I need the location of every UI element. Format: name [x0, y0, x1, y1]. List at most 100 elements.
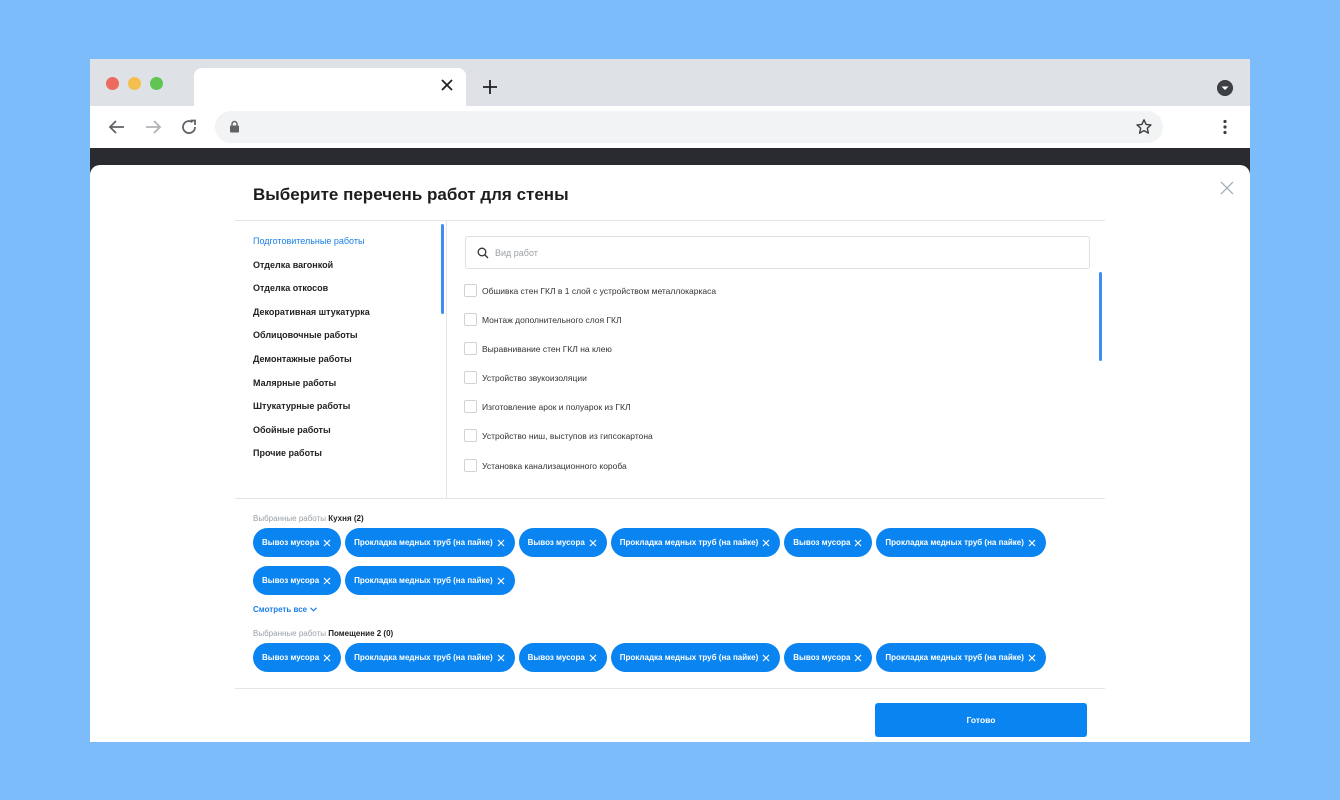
see-all-label: Смотреть все — [253, 605, 308, 614]
forward-arrow-icon[interactable] — [144, 118, 162, 136]
modal-close-icon[interactable] — [1220, 181, 1234, 195]
selected-chip[interactable]: Прокладка медных труб (на пайке) — [876, 528, 1046, 557]
selected-chip[interactable]: Вывоз мусора — [518, 528, 607, 557]
chip-label: Прокладка медных труб (на пайке) — [354, 653, 493, 662]
category-scrollbar[interactable] — [441, 224, 444, 314]
chip-label: Прокладка медных труб (на пайке) — [885, 538, 1024, 547]
work-checkbox[interactable] — [464, 313, 477, 327]
work-label: Обшивка стен ГКЛ в 1 слой с устройством … — [482, 286, 717, 296]
selected-chip[interactable]: Вывоз мусора — [253, 528, 342, 557]
chevron-down-icon — [310, 607, 317, 612]
chip-remove-icon[interactable] — [589, 654, 597, 662]
back-arrow-icon[interactable] — [108, 118, 126, 136]
divider-bottom — [235, 688, 1105, 689]
chip-label: Вывоз мусора — [793, 653, 851, 662]
chip-remove-icon[interactable] — [854, 539, 862, 547]
selected-prefix: Выбранные работы — [253, 514, 326, 523]
profile-menu-icon[interactable] — [1217, 80, 1233, 96]
category-item[interactable]: Отделка откосов — [253, 282, 370, 306]
search-box[interactable] — [465, 236, 1090, 269]
selected-chip[interactable]: Вывоз мусора — [784, 643, 873, 672]
chip-remove-icon[interactable] — [497, 577, 505, 585]
chip-remove-icon[interactable] — [497, 539, 505, 547]
work-checkbox[interactable] — [464, 458, 477, 472]
tab-bar — [90, 59, 1250, 106]
chip-label: Прокладка медных труб (на пайке) — [619, 653, 759, 662]
work-checkbox[interactable] — [464, 284, 477, 297]
divider-middle — [235, 498, 1105, 499]
chip-remove-icon[interactable] — [1028, 539, 1036, 547]
selected-group-label: Выбранные работы Кухня (2) — [253, 514, 364, 523]
work-checkbox[interactable] — [464, 371, 477, 385]
chip-remove-icon[interactable] — [589, 539, 597, 547]
new-tab-icon[interactable] — [482, 79, 498, 95]
chip-remove-icon[interactable] — [762, 539, 770, 547]
selected-chips: Вывоз мусора Прокладка медных труб (на па… — [253, 528, 1113, 604]
window-minimize-dot[interactable] — [128, 77, 141, 90]
chip-label: Прокладка медных труб (на пайке) — [619, 538, 759, 547]
work-label: Устройство звукоизоляции — [482, 373, 587, 384]
search-icon — [477, 247, 489, 259]
window-maximize-dot[interactable] — [150, 77, 163, 90]
selected-room: Помещение 2 (0) — [328, 629, 394, 638]
chip-label: Вывоз мусора — [262, 653, 320, 662]
done-button[interactable]: Готово — [875, 703, 1087, 737]
category-item[interactable]: Подготовительные работы — [253, 235, 370, 259]
category-item[interactable]: Отделка вагонкой — [253, 259, 370, 283]
selected-chips: Вывоз мусора Прокладка медных труб (на па… — [253, 643, 1113, 681]
bookmark-star-icon[interactable] — [1135, 118, 1153, 136]
category-item[interactable]: Демонтажные работы — [253, 353, 370, 377]
browser-tab[interactable] — [194, 68, 466, 106]
work-checkbox[interactable] — [464, 400, 477, 414]
work-list-scrollbar[interactable] — [1099, 272, 1102, 361]
selected-chip[interactable]: Прокладка медных труб (на пайке) — [345, 643, 515, 672]
search-input[interactable] — [495, 245, 1075, 261]
chip-remove-icon[interactable] — [323, 654, 331, 662]
chip-label: Прокладка медных труб (на пайке) — [354, 538, 493, 547]
chip-label: Вывоз мусора — [793, 538, 851, 547]
window-close-dot[interactable] — [106, 77, 119, 90]
selected-chip[interactable]: Прокладка медных труб (на пайке) — [345, 528, 515, 557]
category-item[interactable]: Облицовочные работы — [253, 329, 370, 353]
selected-chip[interactable]: Вывоз мусора — [518, 643, 607, 672]
category-item[interactable]: Прочие работы — [253, 447, 370, 471]
chip-label: Вывоз мусора — [527, 653, 585, 662]
category-list: Подготовительные работы Отделка вагонкой… — [253, 235, 370, 471]
work-checkbox[interactable] — [464, 342, 477, 356]
work-label: Изготовление арок и полуарок из ГКЛ — [482, 402, 631, 413]
chip-remove-icon[interactable] — [854, 654, 862, 662]
selected-chip[interactable]: Прокладка медных труб (на пайке) — [610, 528, 781, 557]
selected-prefix: Выбранные работы — [253, 629, 326, 638]
category-item[interactable]: Малярные работы — [253, 377, 370, 401]
selected-chip[interactable]: Прокладка медных труб (на пайке) — [345, 566, 515, 595]
chip-label: Прокладка медных труб (на пайке) — [354, 576, 493, 585]
chip-label: Вывоз мусора — [527, 538, 585, 547]
selected-chip[interactable]: Вывоз мусора — [784, 528, 873, 557]
chip-remove-icon[interactable] — [323, 539, 331, 547]
reload-icon[interactable] — [180, 118, 198, 136]
more-menu-icon[interactable] — [1216, 118, 1234, 136]
chip-remove-icon[interactable] — [497, 654, 505, 662]
see-all-link[interactable]: Смотреть все — [253, 605, 317, 614]
works-modal: Выберите перечень работ для стены Подгот… — [90, 165, 1250, 742]
work-label: Установка канализационного короба — [482, 460, 627, 471]
work-label: Устройство ниш, выступов из гипсокартона — [482, 431, 653, 442]
category-item[interactable]: Штукатурные работы — [253, 400, 370, 424]
category-item[interactable]: Обойные работы — [253, 424, 370, 448]
selected-chip[interactable]: Вывоз мусора — [253, 643, 342, 672]
selected-chip[interactable]: Вывоз мусора — [253, 566, 342, 595]
browser-window: Выберите перечень работ для стены Подгот… — [90, 59, 1250, 742]
chip-remove-icon[interactable] — [762, 654, 770, 662]
chip-label: Прокладка медных труб (на пайке) — [885, 653, 1024, 662]
address-bar[interactable] — [215, 111, 1163, 143]
work-checkbox[interactable] — [464, 429, 477, 443]
selected-chip[interactable]: Прокладка медных труб (на пайке) — [876, 643, 1046, 672]
chip-remove-icon[interactable] — [323, 577, 331, 585]
modal-title: Выберите перечень работ для стены — [253, 185, 569, 204]
chip-label: Вывоз мусора — [262, 538, 320, 547]
chip-remove-icon[interactable] — [1028, 654, 1036, 662]
selected-chip[interactable]: Прокладка медных труб (на пайке) — [610, 643, 781, 672]
divider-top — [235, 220, 1105, 221]
category-item[interactable]: Декоративная штукатурка — [253, 306, 370, 330]
tab-close-icon[interactable] — [440, 78, 454, 92]
